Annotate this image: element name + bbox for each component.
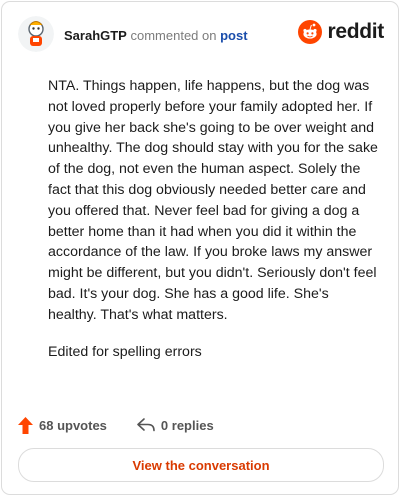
comment-body: NTA. Things happen, life happens, but th… [48,76,380,378]
post-link[interactable]: post [220,28,247,43]
upvote-icon [18,416,33,434]
comment-footer: 68 upvotes 0 replies [18,414,244,436]
reddit-wordmark: reddit [327,20,384,43]
comment-card: SarahGTP commented on post reddit NTA. T… [1,1,399,495]
comment-paragraph: NTA. Things happen, life happens, but th… [48,78,378,323]
avatar[interactable] [18,16,54,52]
username-link[interactable]: SarahGTP [64,28,127,43]
comment-edit-note: Edited for spelling errors [48,343,202,360]
reply-count: 0 replies [160,417,214,433]
reddit-brand[interactable]: reddit [298,20,384,44]
byline: SarahGTP commented on post [64,28,248,43]
byline-verb: commented on [130,28,217,43]
reply-icon [137,418,155,432]
view-conversation-button[interactable]: View the conversation [18,448,384,482]
upvote-button[interactable]: 68 upvotes [18,416,107,434]
comment-header: SarahGTP commented on post reddit [18,16,384,54]
upvote-count: 68 upvotes [39,417,107,433]
reply-button[interactable]: 0 replies [137,418,214,433]
reddit-logo-icon [298,20,323,44]
